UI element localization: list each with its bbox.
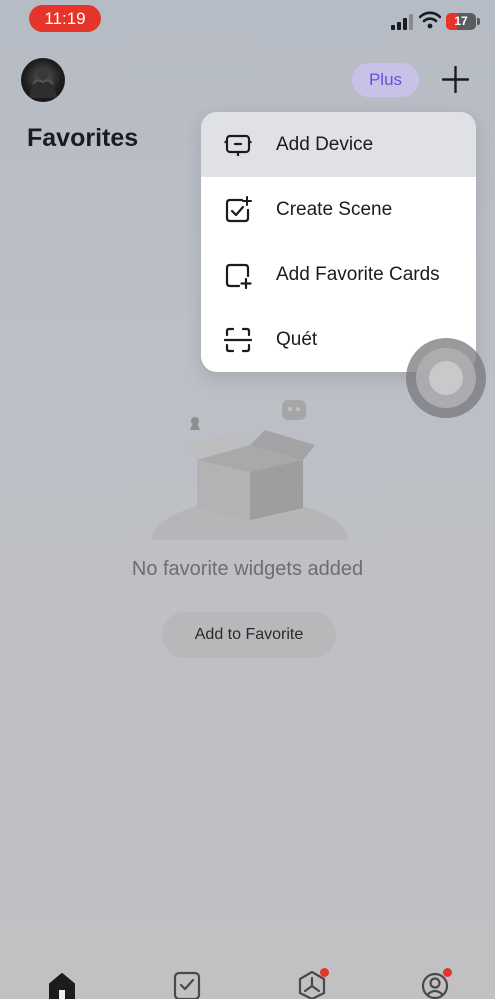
wifi-icon	[419, 11, 441, 29]
assistive-touch-core	[429, 361, 463, 395]
notification-dot	[443, 968, 452, 977]
menu-item-label: Add Device	[276, 134, 374, 155]
add-menu: Add Device Create Scene Add Favorite Car…	[201, 112, 476, 372]
battery-tip	[477, 18, 480, 25]
plus-icon[interactable]	[442, 66, 469, 93]
menu-item-add-device[interactable]: Add Device	[201, 112, 476, 177]
tab-profile[interactable]	[420, 968, 452, 999]
tab-smart[interactable]	[297, 968, 329, 999]
status-time: 11:19	[29, 5, 101, 32]
menu-item-label: Quét	[276, 329, 318, 350]
notification-dot	[320, 968, 329, 977]
scan-icon	[224, 327, 252, 353]
tab-home[interactable]	[47, 970, 77, 999]
assistive-touch-ring	[416, 348, 476, 408]
add-card-icon	[225, 263, 252, 289]
avatar-image	[29, 67, 57, 98]
avatar[interactable]	[21, 58, 65, 102]
menu-item-label: Add Favorite Cards	[276, 264, 440, 285]
menu-item-create-scene[interactable]: Create Scene	[201, 177, 476, 242]
tab-scenes[interactable]	[172, 970, 202, 999]
home-icon	[49, 973, 75, 999]
add-to-favorite-button[interactable]: Add to Favorite	[162, 612, 336, 658]
battery-indicator: 17	[446, 13, 476, 30]
status-bar: 11:19 17	[0, 0, 495, 40]
scene-tab-icon	[173, 971, 201, 999]
cellular-signal-icon	[391, 14, 413, 30]
empty-box-illustration	[152, 400, 348, 540]
plus-badge[interactable]: Plus	[352, 63, 419, 97]
menu-item-label: Create Scene	[276, 199, 393, 220]
device-icon	[224, 134, 252, 156]
menu-item-add-favorite-cards[interactable]: Add Favorite Cards	[201, 242, 476, 307]
empty-state-message: No favorite widgets added	[131, 558, 364, 580]
scene-check-icon	[225, 196, 252, 223]
page-title: Favorites	[27, 124, 139, 152]
assistive-touch-button[interactable]	[406, 338, 486, 418]
battery-level: 17	[454, 14, 468, 28]
